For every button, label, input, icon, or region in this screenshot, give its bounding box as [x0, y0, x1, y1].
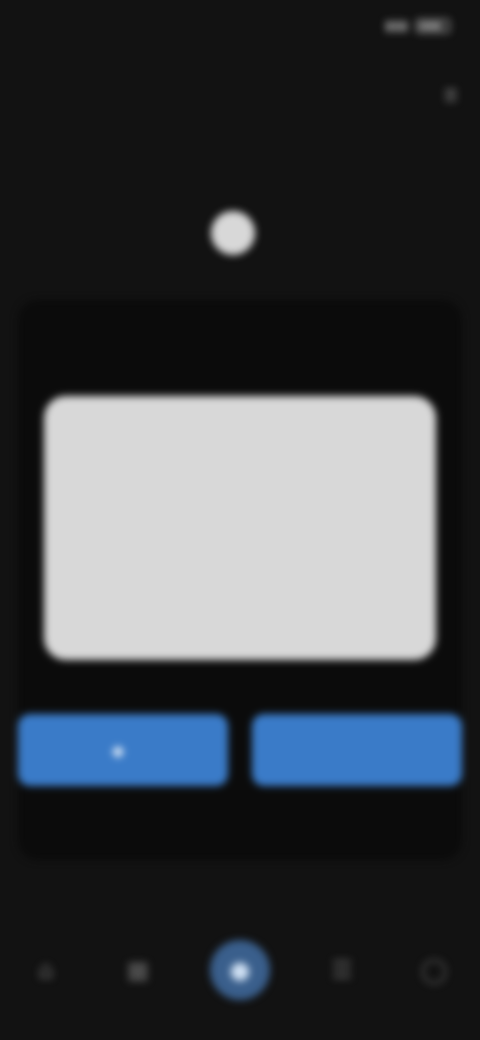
- status-bar: ▮▮▮: [0, 0, 480, 52]
- center-action-icon[interactable]: ●: [210, 940, 270, 1000]
- left-action-button[interactable]: ◆: [18, 714, 228, 786]
- left-action-icon: ◆: [111, 740, 125, 760]
- menu-icon[interactable]: ☰: [444, 86, 458, 105]
- home-icon[interactable]: ⌂: [26, 950, 66, 990]
- right-action-button[interactable]: [252, 714, 462, 786]
- bottom-nav: ⌂ ▦ ● ☰ ◯: [0, 930, 480, 1010]
- top-nav: ☰: [0, 70, 480, 120]
- grid-icon[interactable]: ▦: [118, 950, 158, 990]
- alert-dialog: [44, 396, 436, 660]
- battery-icon: [416, 19, 450, 33]
- signal-icon: ▮▮▮: [384, 18, 408, 34]
- logo-circle-icon: [211, 211, 255, 255]
- profile-icon[interactable]: ◯: [414, 950, 454, 990]
- hero-logo: [0, 208, 480, 258]
- list-icon[interactable]: ☰: [322, 950, 362, 990]
